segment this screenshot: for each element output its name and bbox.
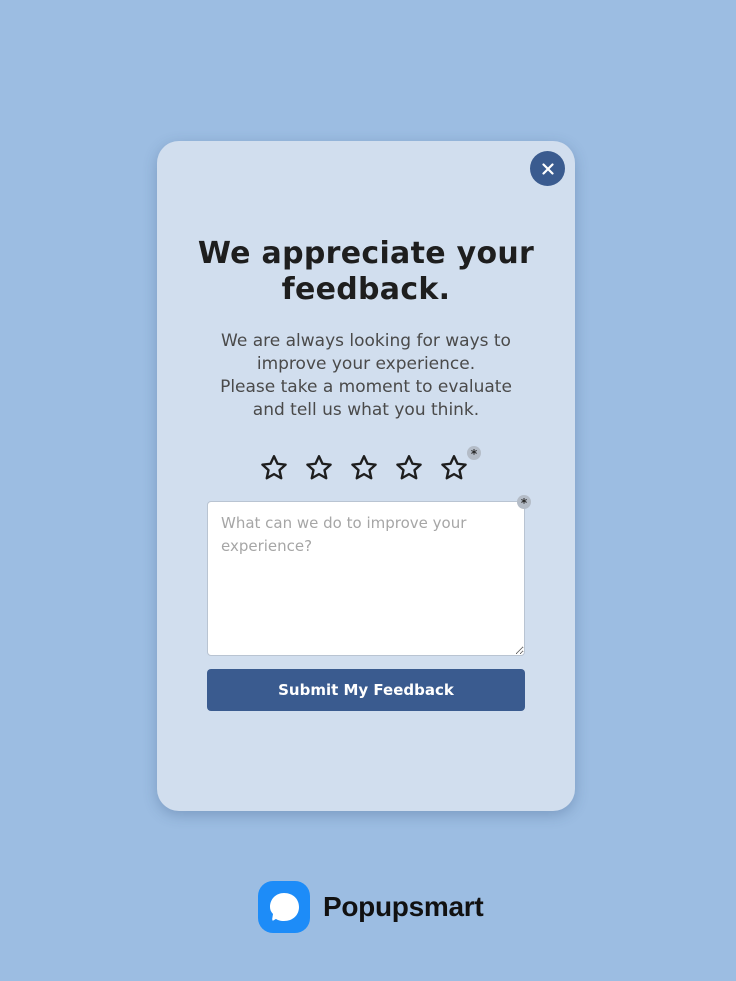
description-line: and tell us what you think. — [252, 400, 480, 420]
star-2-icon[interactable] — [304, 453, 334, 483]
popup-title-line: feedback. — [281, 272, 451, 307]
close-icon — [541, 162, 554, 175]
description-line: Please take a moment to evaluate — [220, 377, 512, 397]
feedback-required-marker: * — [517, 495, 531, 510]
popup-title-line: We appreciate your — [197, 236, 535, 271]
close-button[interactable] — [530, 151, 565, 186]
star-1-icon[interactable] — [259, 453, 289, 483]
submit-feedback-button[interactable]: Submit My Feedback — [207, 669, 525, 711]
popup-description: We are always looking for ways to improv… — [157, 330, 575, 422]
description-line: improve your experience. — [256, 354, 476, 374]
feedback-popup: We appreciate your feedback. We are alwa… — [157, 141, 575, 811]
popup-title: We appreciate your feedback. — [157, 236, 575, 308]
brand-footer: Popupsmart — [258, 881, 484, 933]
feedback-textarea[interactable] — [207, 501, 525, 656]
rating-required-marker: * — [467, 446, 481, 461]
star-rating — [259, 453, 469, 483]
star-3-icon[interactable] — [349, 453, 379, 483]
star-5-icon[interactable] — [439, 453, 469, 483]
popupsmart-logo-icon — [258, 881, 310, 933]
description-line: We are always looking for ways to — [221, 331, 511, 351]
star-4-icon[interactable] — [394, 453, 424, 483]
brand-name: Popupsmart — [323, 891, 484, 922]
